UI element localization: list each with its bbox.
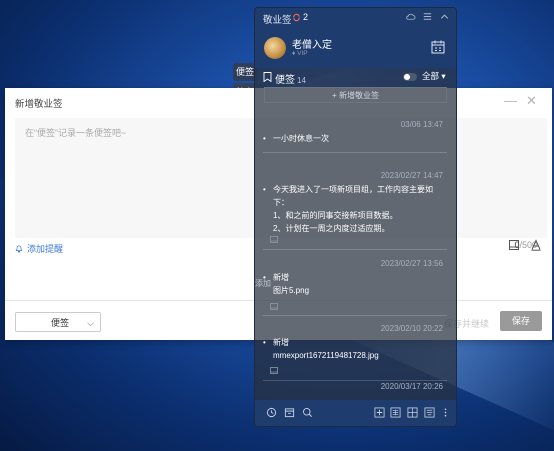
image-upload-icon[interactable] bbox=[508, 239, 520, 251]
note-divider bbox=[263, 380, 447, 381]
notes-list: 03/06 13:47 • 一小时休息一次 2023/02/27 14:47 • … bbox=[255, 108, 456, 396]
search-icon[interactable] bbox=[302, 407, 313, 418]
avatar[interactable] bbox=[264, 37, 286, 59]
attachment-icon[interactable] bbox=[270, 367, 278, 374]
panel-titlebar: 敬业签 2 bbox=[255, 8, 456, 28]
titlebar-controls bbox=[405, 11, 450, 22]
note-divider bbox=[263, 315, 447, 316]
category-select[interactable]: 便签 ⌵ bbox=[15, 312, 101, 332]
minimize-icon[interactable]: — bbox=[504, 93, 517, 108]
note-placeholder: 在“便签”记录一条便签吧~ bbox=[25, 128, 127, 138]
bell-icon bbox=[15, 244, 23, 253]
archive-icon[interactable] bbox=[284, 407, 295, 418]
chevron-up-icon[interactable] bbox=[439, 11, 450, 22]
note-date: 2023/02/27 14:47 bbox=[380, 171, 443, 180]
font-icon[interactable] bbox=[530, 239, 542, 251]
team-icon[interactable] bbox=[424, 407, 435, 418]
note-body: • 新增 mmexport1672119481728.jpg bbox=[263, 338, 379, 360]
view-toggle[interactable] bbox=[403, 73, 417, 81]
list-item[interactable]: 2023/02/27 13:56 • 新增 图片5.png bbox=[263, 250, 447, 316]
hidden-overlay-text: 添加 bbox=[255, 279, 271, 288]
username: 老僧入定 bbox=[292, 40, 332, 51]
profile-header: 老僧入定 ♦ VIP bbox=[255, 28, 456, 68]
sync-icon bbox=[293, 13, 300, 21]
vip-badge: ♦ VIP bbox=[292, 50, 308, 57]
note-date: 03/06 13:47 bbox=[400, 120, 443, 129]
editor-tools bbox=[508, 239, 542, 251]
filter-dropdown[interactable]: 全部 ▾ bbox=[422, 70, 446, 82]
save-button[interactable]: 保存 bbox=[500, 311, 542, 331]
add-icon[interactable] bbox=[374, 407, 385, 418]
list-title: 便签 14 bbox=[275, 75, 306, 86]
sync-badge[interactable]: 2 bbox=[292, 12, 308, 22]
list-item[interactable]: 2023/02/10 20:22 • 新增 mmexport1672119481… bbox=[263, 318, 447, 381]
bookmark-icon bbox=[263, 72, 272, 82]
add-reminder-label: 添加提醒 bbox=[27, 244, 64, 254]
list-item[interactable]: 2020/03/17 20:26 bbox=[263, 382, 447, 396]
list-header: 便签 14 全部 ▾ bbox=[255, 68, 456, 88]
menu-icon[interactable] bbox=[422, 11, 433, 22]
chevron-down-icon: ⌵ bbox=[87, 318, 94, 328]
more-icon[interactable] bbox=[440, 407, 451, 418]
add-reminder-button[interactable]: 添加提醒 bbox=[15, 242, 63, 255]
clock-icon[interactable] bbox=[266, 407, 277, 418]
panel-toolbar bbox=[255, 400, 456, 426]
list-item[interactable]: 03/06 13:47 • 一小时休息一次 bbox=[263, 108, 447, 153]
note-date: 2023/02/27 13:56 bbox=[380, 259, 443, 268]
list-item[interactable]: 2023/02/27 14:47 • 今天我进入了一项新项目组，工作内容主要如 … bbox=[263, 154, 447, 250]
account-icon[interactable] bbox=[390, 407, 401, 418]
sticky-notes-panel: 敬业签 2 老僧入定 ♦ VIP 便签 14 全部 ▾ + 新增敬业签 03/06… bbox=[254, 7, 457, 427]
close-icon[interactable]: ✕ bbox=[526, 93, 537, 109]
note-body: • 一小时休息一次 bbox=[263, 134, 329, 143]
attachment-icon[interactable] bbox=[270, 303, 278, 310]
note-date: 2023/02/10 20:22 bbox=[380, 324, 443, 333]
calendar-icon[interactable] bbox=[430, 39, 446, 55]
note-date: 2020/03/17 20:26 bbox=[380, 382, 443, 391]
category-value: 便签 bbox=[51, 318, 70, 328]
new-note-button[interactable]: + 新增敬业签 bbox=[264, 87, 447, 103]
note-divider bbox=[263, 152, 447, 153]
cloud-icon[interactable] bbox=[405, 11, 416, 22]
editor-title: 新增敬业签 bbox=[15, 99, 63, 110]
attachment-icon[interactable] bbox=[270, 236, 278, 243]
note-body: • 今天我进入了一项新项目组，工作内容主要如 下： 1、和之前的同事交接新项目数… bbox=[263, 185, 433, 233]
app-name: 敬业签 bbox=[263, 15, 292, 26]
grid-icon[interactable] bbox=[407, 407, 418, 418]
